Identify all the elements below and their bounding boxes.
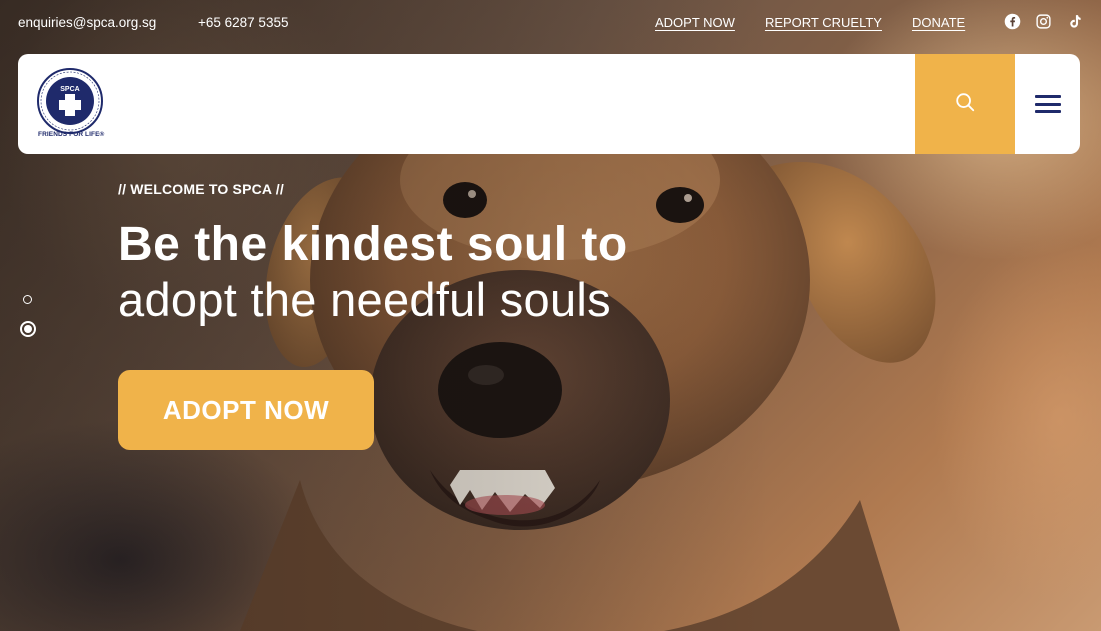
social-links xyxy=(1004,13,1083,30)
top-utility-bar: enquiries@spca.org.sg +65 6287 5355 ADOP… xyxy=(0,0,1101,46)
site-header: SPCA FRIENDS FOR LIFE® xyxy=(18,54,1080,154)
hero-headline: Be the kindest soul to adopt the needful… xyxy=(118,218,628,326)
search-icon xyxy=(954,91,976,118)
slide-dot-2-active[interactable] xyxy=(20,321,36,337)
menu-button[interactable] xyxy=(1015,54,1080,154)
hero-headline-regular: adopt the needful souls xyxy=(118,273,611,326)
contact-email-link[interactable]: enquiries@spca.org.sg xyxy=(18,15,156,30)
logo-tagline: FRIENDS FOR LIFE® xyxy=(38,131,105,138)
report-cruelty-link[interactable]: REPORT CRUELTY xyxy=(765,15,882,30)
hero-headline-bold: Be the kindest soul to xyxy=(118,218,628,271)
svg-text:SPCA: SPCA xyxy=(60,86,79,93)
tiktok-icon[interactable] xyxy=(1066,13,1083,30)
slide-dot-1[interactable] xyxy=(23,295,32,304)
facebook-icon[interactable] xyxy=(1004,13,1021,30)
hamburger-menu-icon xyxy=(1034,95,1061,113)
instagram-icon[interactable] xyxy=(1035,13,1052,30)
hero-eyebrow: // WELCOME TO SPCA // xyxy=(118,181,284,197)
search-button[interactable] xyxy=(915,54,1015,154)
adopt-now-button[interactable]: ADOPT NOW xyxy=(118,370,374,450)
adopt-now-link[interactable]: ADOPT NOW xyxy=(655,15,735,30)
top-links: ADOPT NOW REPORT CRUELTY DONATE xyxy=(655,15,965,30)
contact-phone-link[interactable]: +65 6287 5355 xyxy=(198,15,288,30)
donate-link[interactable]: DONATE xyxy=(912,15,965,30)
spca-logo[interactable]: SPCA xyxy=(36,68,108,140)
